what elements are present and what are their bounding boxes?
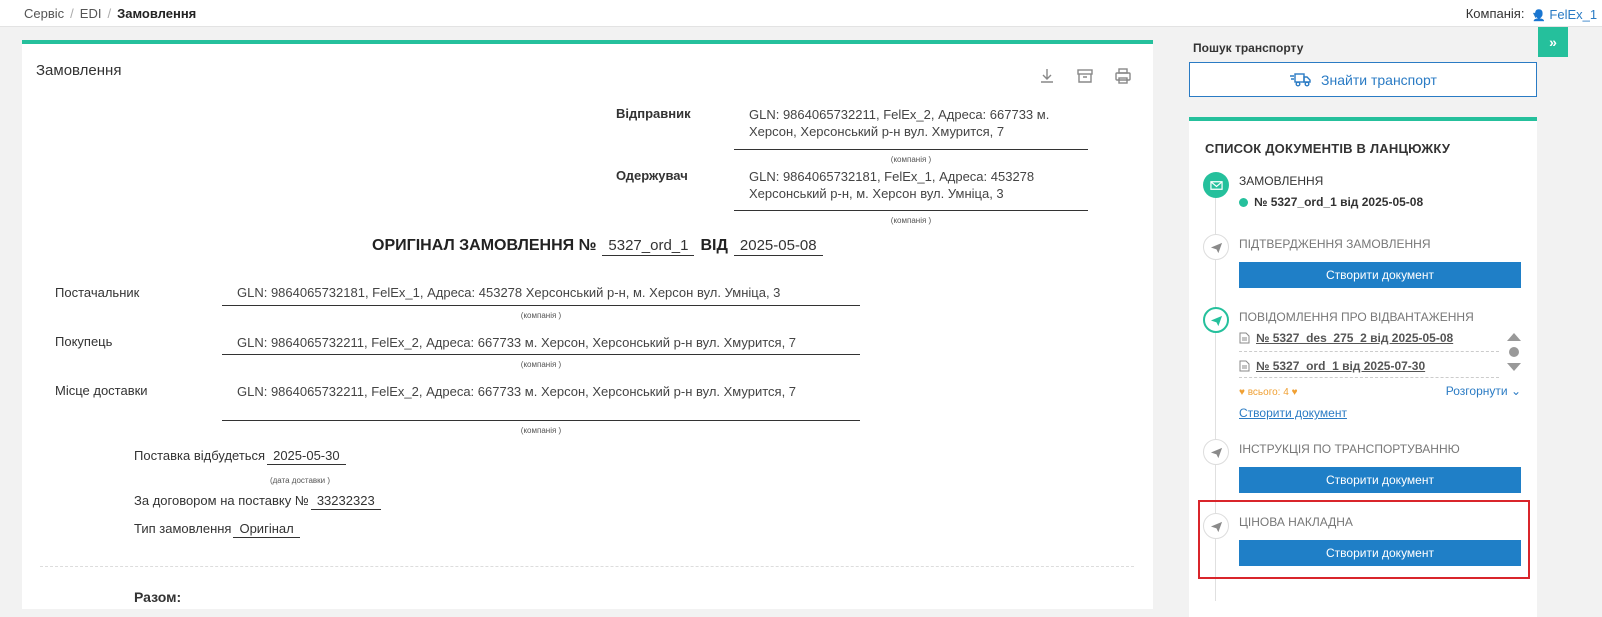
step-order-label: ЗАМОВЛЕННЯ <box>1239 174 1324 188</box>
step-transport-label: ІНСТРУКЦІЯ ПО ТРАНСПОРТУВАННЮ <box>1239 442 1460 456</box>
despatch-create-link[interactable]: Створити документ <box>1239 406 1347 420</box>
supplier-label: Постачальник <box>55 285 140 300</box>
supplier-value: GLN: 9864065732181, FelEx_1, Адреса: 453… <box>237 285 781 300</box>
despatch-doc-link[interactable]: № 5327_des_275_2 від 2025-05-08 <box>1239 331 1453 345</box>
receiver-underline <box>734 210 1088 211</box>
order-from-word: ВІД <box>700 237 728 254</box>
despatch-doc-2: № 5327_ord_1 від 2025-07-30 <box>1256 359 1426 373</box>
delivery-place-label: Місце доставки <box>55 383 148 398</box>
buyer-value: GLN: 9864065732211, FelEx_2, Адреса: 667… <box>237 335 797 350</box>
delivery-place-caption: (компанія ) <box>520 426 562 435</box>
confirm-create-button[interactable]: Створити документ <box>1239 262 1521 288</box>
breadcrumb-item-edi[interactable]: EDI <box>80 6 102 21</box>
chain-title: СПИСОК ДОКУМЕНТІВ В ЛАНЦЮЖКУ <box>1205 141 1451 156</box>
despatch-doc-link[interactable]: № 5327_ord_1 від 2025-07-30 <box>1239 359 1425 373</box>
order-heading-text: ОРИГІНАЛ ЗАМОВЛЕННЯ № <box>372 237 597 254</box>
sender-label: Відправник <box>616 106 691 121</box>
transport-create-button[interactable]: Створити документ <box>1239 467 1521 493</box>
chevron-down-icon: ⌄ <box>1510 384 1521 398</box>
receiver-caption: (компанія ) <box>890 216 932 225</box>
find-transport-button[interactable]: Знайти транспорт <box>1189 62 1537 97</box>
doc-separator <box>1239 377 1499 378</box>
download-icon[interactable] <box>1035 66 1059 86</box>
supplier-underline <box>222 305 860 306</box>
breadcrumb: Сервіс / EDI / Замовлення <box>24 6 197 21</box>
archive-icon[interactable] <box>1073 66 1097 86</box>
contract-value: 33232323 <box>310 493 381 510</box>
despatch-doc-1: № 5327_des_275_2 від 2025-05-08 <box>1256 331 1454 345</box>
delivery-place-value: GLN: 9864065732211, FelEx_2, Адреса: 667… <box>237 384 797 399</box>
transport-search-heading: Пошук транспорту <box>1193 41 1304 55</box>
sender-caption: (компанія ) <box>890 155 932 164</box>
receiver-label: Одержувач <box>616 168 688 183</box>
buyer-label: Покупець <box>55 334 113 349</box>
step-confirm-label: ПІДТВЕРДЖЕННЯ ЗАМОВЛЕННЯ <box>1239 237 1431 251</box>
supplier-caption: (компанія ) <box>520 311 562 320</box>
step-despatch-label: ПОВІДОМЛЕННЯ ПРО ВІДВАНТАЖЕННЯ <box>1239 310 1474 324</box>
print-icon[interactable] <box>1111 66 1135 86</box>
company-selector[interactable]: Компанія: 👤 FelEx_1 (9864065732181)▼ <box>1465 6 1602 43</box>
delivery-date-caption: (дата доставки ) <box>269 476 331 485</box>
envelope-icon <box>1203 172 1229 198</box>
truck-icon <box>1290 72 1311 86</box>
toolbar <box>1035 66 1135 86</box>
total-label: Разом: <box>134 589 182 605</box>
despatch-total: ♥ всього: 4 ♥ <box>1239 387 1298 398</box>
user-icon: 👤 <box>1532 10 1546 22</box>
document-icon <box>1239 332 1250 344</box>
find-transport-label: Знайти транспорт <box>1321 71 1437 88</box>
order-heading: ОРИГІНАЛ ЗАМОВЛЕННЯ № 5327_ord_1 ВІД 202… <box>372 237 823 256</box>
order-number: 5327_ord_1 <box>602 237 695 256</box>
company-label: Компанія: <box>1465 6 1525 21</box>
arrow-up-icon[interactable] <box>1507 333 1521 341</box>
collapse-panel-icon[interactable]: » <box>1538 27 1568 57</box>
arrow-down-icon[interactable] <box>1507 363 1521 371</box>
sender-value: GLN: 9864065732211, FelEx_2, Адреса: 667… <box>749 107 1050 139</box>
document-icon <box>1239 360 1250 372</box>
contract-field: За договором на поставку № 33232323 <box>134 493 381 510</box>
breadcrumb-item-service[interactable]: Сервіс <box>24 6 64 21</box>
delivery-date-field: Поставка відбудеться 2025-05-30 <box>134 448 346 465</box>
order-type-label: Тип замовлення <box>134 521 232 536</box>
order-date: 2025-05-08 <box>733 237 823 256</box>
send-icon <box>1203 234 1229 260</box>
step-order-doc[interactable]: № 5327_ord_1 від 2025-05-08 <box>1239 195 1423 209</box>
delivery-place-underline <box>222 420 860 421</box>
divider <box>40 566 1134 567</box>
order-type-value: Оригінал <box>233 521 300 538</box>
order-document-panel: Замовлення Відправник GLN: 9864065732211… <box>22 40 1153 609</box>
send-icon <box>1203 307 1229 333</box>
status-dot <box>1239 197 1248 207</box>
expand-label: Розгорнути <box>1445 384 1508 398</box>
delivery-date-label: Поставка відбудеться <box>134 448 266 463</box>
breadcrumb-current: Замовлення <box>117 6 197 21</box>
buyer-underline <box>222 354 860 355</box>
send-icon <box>1203 439 1229 465</box>
expand-link[interactable]: Розгорнути ⌄ <box>1446 384 1521 398</box>
list-scroller[interactable] <box>1507 333 1521 371</box>
receiver-value: GLN: 9864065732181, FelEx_1, Адреса: 453… <box>749 169 1035 201</box>
buyer-caption: (компанія ) <box>520 360 562 369</box>
highlight-box <box>1198 500 1530 579</box>
panel-title: Замовлення <box>36 62 122 79</box>
delivery-date-value: 2025-05-30 <box>267 448 346 465</box>
doc-separator <box>1239 351 1499 352</box>
contract-label: За договором на поставку № <box>134 493 309 508</box>
top-bar: Сервіс / EDI / Замовлення Компанія: 👤 FelEx_… <box>0 0 1602 43</box>
scroll-dot-icon[interactable] <box>1509 347 1519 357</box>
step-order-doc-text: № 5327_ord_1 від 2025-05-08 <box>1254 195 1424 209</box>
order-type-field: Тип замовлення Оригінал <box>134 521 300 538</box>
sender-underline <box>734 149 1088 150</box>
